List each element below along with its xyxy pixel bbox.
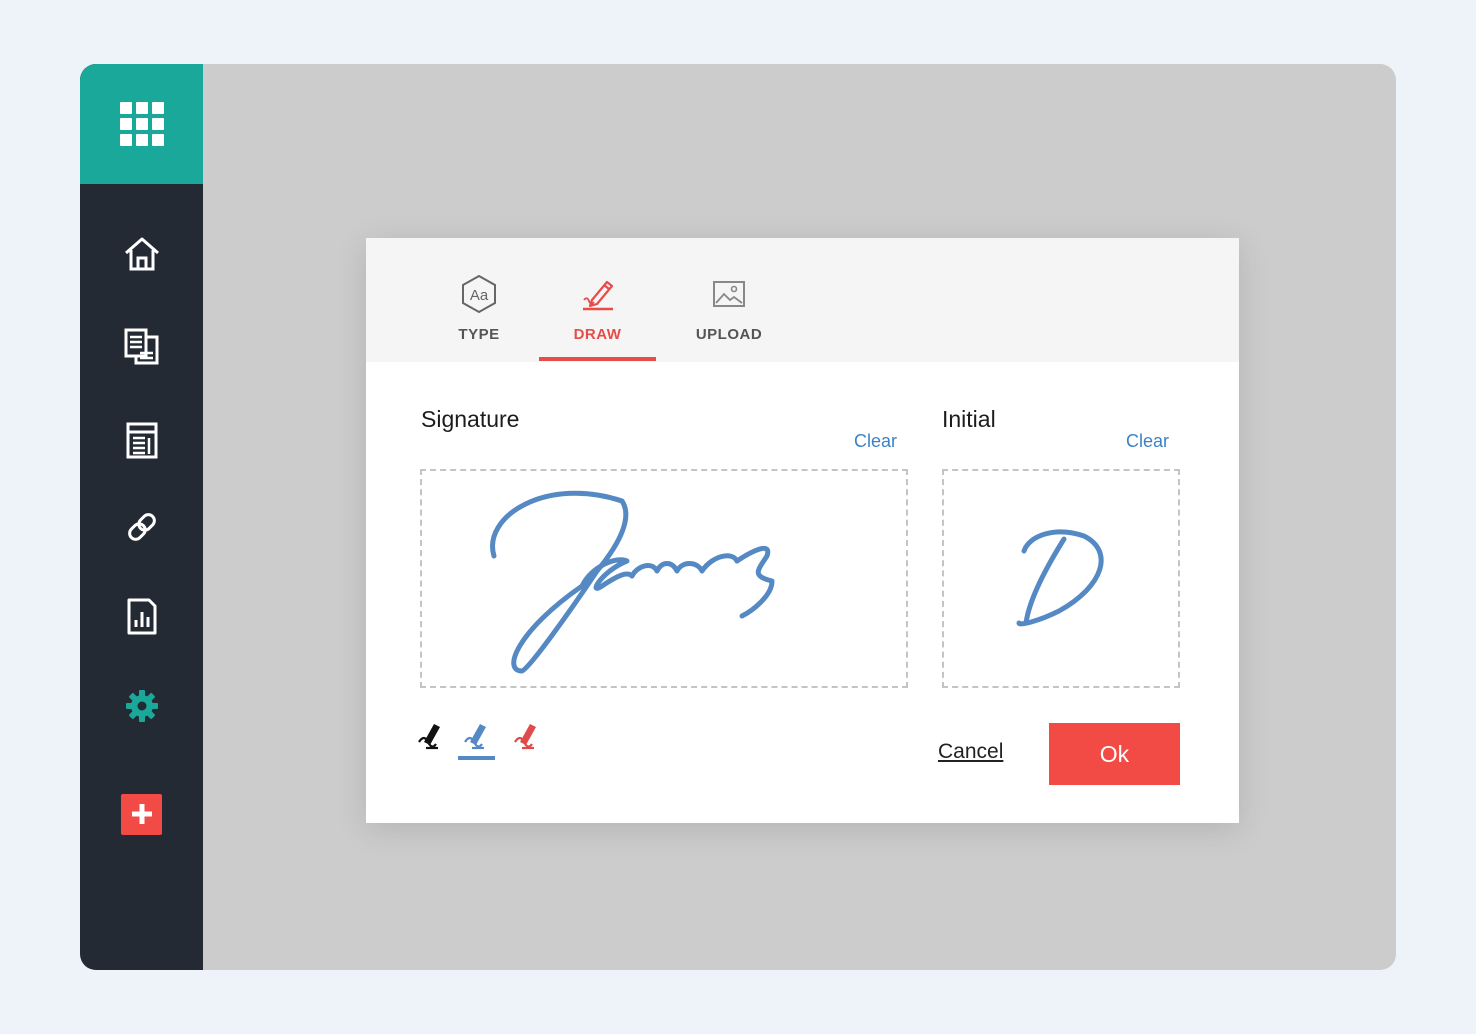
add-button[interactable] bbox=[121, 793, 162, 835]
selected-ink-indicator bbox=[458, 756, 495, 760]
reports-icon bbox=[127, 598, 156, 635]
sidebar-item-documents[interactable] bbox=[80, 314, 203, 378]
tab-upload[interactable]: UPLOAD bbox=[689, 238, 769, 362]
signature-draw-pad[interactable] bbox=[420, 469, 908, 688]
apps-grid-icon bbox=[119, 102, 164, 146]
signature-mode-tabs: Aa TYPE DRAW UPLOAD bbox=[366, 238, 1239, 362]
documents-icon bbox=[124, 328, 158, 365]
sidebar-item-reports[interactable] bbox=[80, 584, 203, 648]
initial-drawing bbox=[1016, 529, 1104, 627]
initial-title: Initial bbox=[942, 406, 996, 432]
sidebar bbox=[80, 64, 203, 970]
signature-drawing bbox=[490, 490, 775, 674]
draw-icon bbox=[582, 280, 613, 311]
link-icon bbox=[127, 513, 156, 541]
sidebar-item-add[interactable] bbox=[80, 782, 203, 846]
gear-icon bbox=[125, 690, 158, 722]
pen-icon-blue bbox=[464, 724, 486, 750]
home-icon bbox=[124, 237, 159, 271]
apps-menu-button[interactable] bbox=[80, 64, 203, 184]
add-icon bbox=[131, 804, 152, 824]
sidebar-item-home[interactable] bbox=[80, 222, 203, 286]
templates-icon bbox=[126, 422, 157, 459]
ink-color-red[interactable] bbox=[512, 720, 542, 752]
ok-button[interactable]: Ok bbox=[1049, 723, 1180, 785]
tab-type-label: TYPE bbox=[458, 326, 500, 343]
signature-dialog: Aa TYPE DRAW UPLOAD Signature Clear Init… bbox=[366, 238, 1239, 823]
tab-draw[interactable]: DRAW bbox=[539, 238, 656, 362]
active-tab-indicator bbox=[539, 357, 656, 361]
initial-clear-link[interactable]: Clear bbox=[1126, 431, 1169, 452]
type-icon: Aa bbox=[462, 274, 496, 314]
pen-icon-red bbox=[514, 724, 536, 750]
svg-text:Aa: Aa bbox=[470, 287, 489, 304]
sidebar-item-templates[interactable] bbox=[80, 408, 203, 472]
ink-color-blue[interactable] bbox=[462, 720, 492, 752]
tab-type[interactable]: Aa TYPE bbox=[438, 238, 520, 362]
tab-draw-label: DRAW bbox=[573, 326, 622, 343]
sidebar-item-links[interactable] bbox=[80, 495, 203, 559]
pen-icon-black bbox=[418, 724, 440, 750]
ink-color-black[interactable] bbox=[416, 720, 446, 752]
sidebar-item-settings[interactable] bbox=[80, 674, 203, 738]
initial-draw-pad[interactable] bbox=[942, 469, 1180, 688]
image-icon bbox=[713, 281, 745, 307]
cancel-button[interactable]: Cancel bbox=[938, 740, 1003, 764]
tab-upload-label: UPLOAD bbox=[695, 326, 763, 343]
signature-clear-link[interactable]: Clear bbox=[854, 431, 897, 452]
signature-title: Signature bbox=[421, 406, 520, 432]
